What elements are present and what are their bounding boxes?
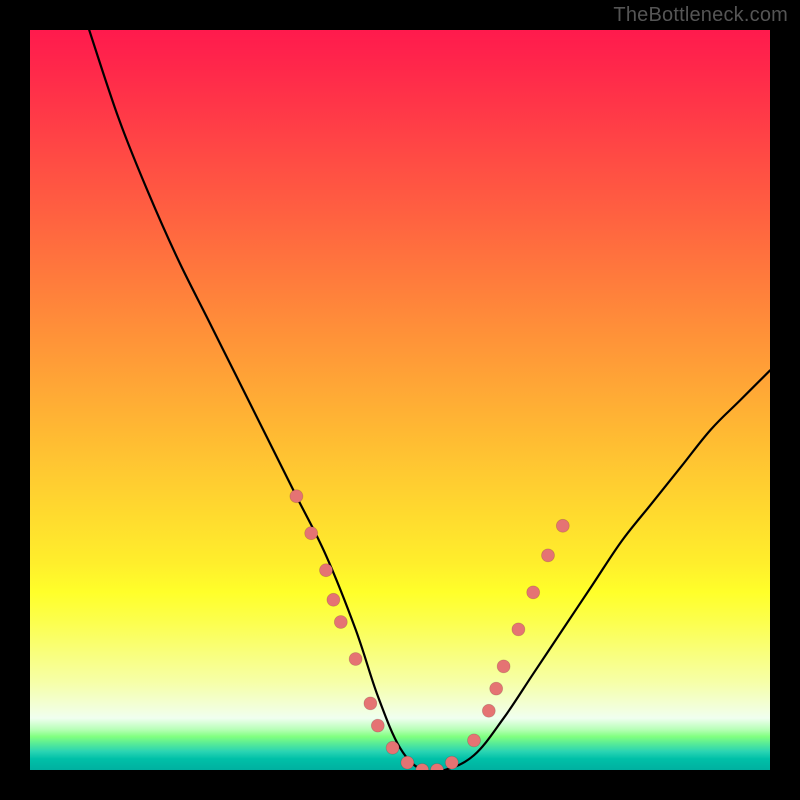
bottleneck-curve xyxy=(89,30,770,770)
marker-point xyxy=(497,660,510,673)
marker-point xyxy=(364,697,377,710)
marker-point xyxy=(320,564,333,577)
marker-point xyxy=(401,756,414,769)
marker-point xyxy=(556,519,569,532)
marker-point xyxy=(468,734,481,747)
watermark-text: TheBottleneck.com xyxy=(613,4,788,27)
marker-point xyxy=(290,490,303,503)
chart-frame: TheBottleneck.com xyxy=(0,0,800,800)
marker-point xyxy=(416,764,429,771)
marker-point xyxy=(327,593,340,606)
marker-point xyxy=(482,704,495,717)
marker-point xyxy=(349,653,362,666)
marker-point xyxy=(334,616,347,629)
marker-point xyxy=(512,623,525,636)
marker-point xyxy=(542,549,555,562)
plot-area xyxy=(30,30,770,770)
marker-point xyxy=(386,741,399,754)
highlighted-points xyxy=(290,490,569,770)
chart-svg xyxy=(30,30,770,770)
marker-point xyxy=(431,764,444,771)
marker-point xyxy=(371,719,384,732)
marker-point xyxy=(490,682,503,695)
marker-point xyxy=(445,756,458,769)
marker-point xyxy=(527,586,540,599)
curve-group xyxy=(89,30,770,770)
marker-point xyxy=(305,527,318,540)
